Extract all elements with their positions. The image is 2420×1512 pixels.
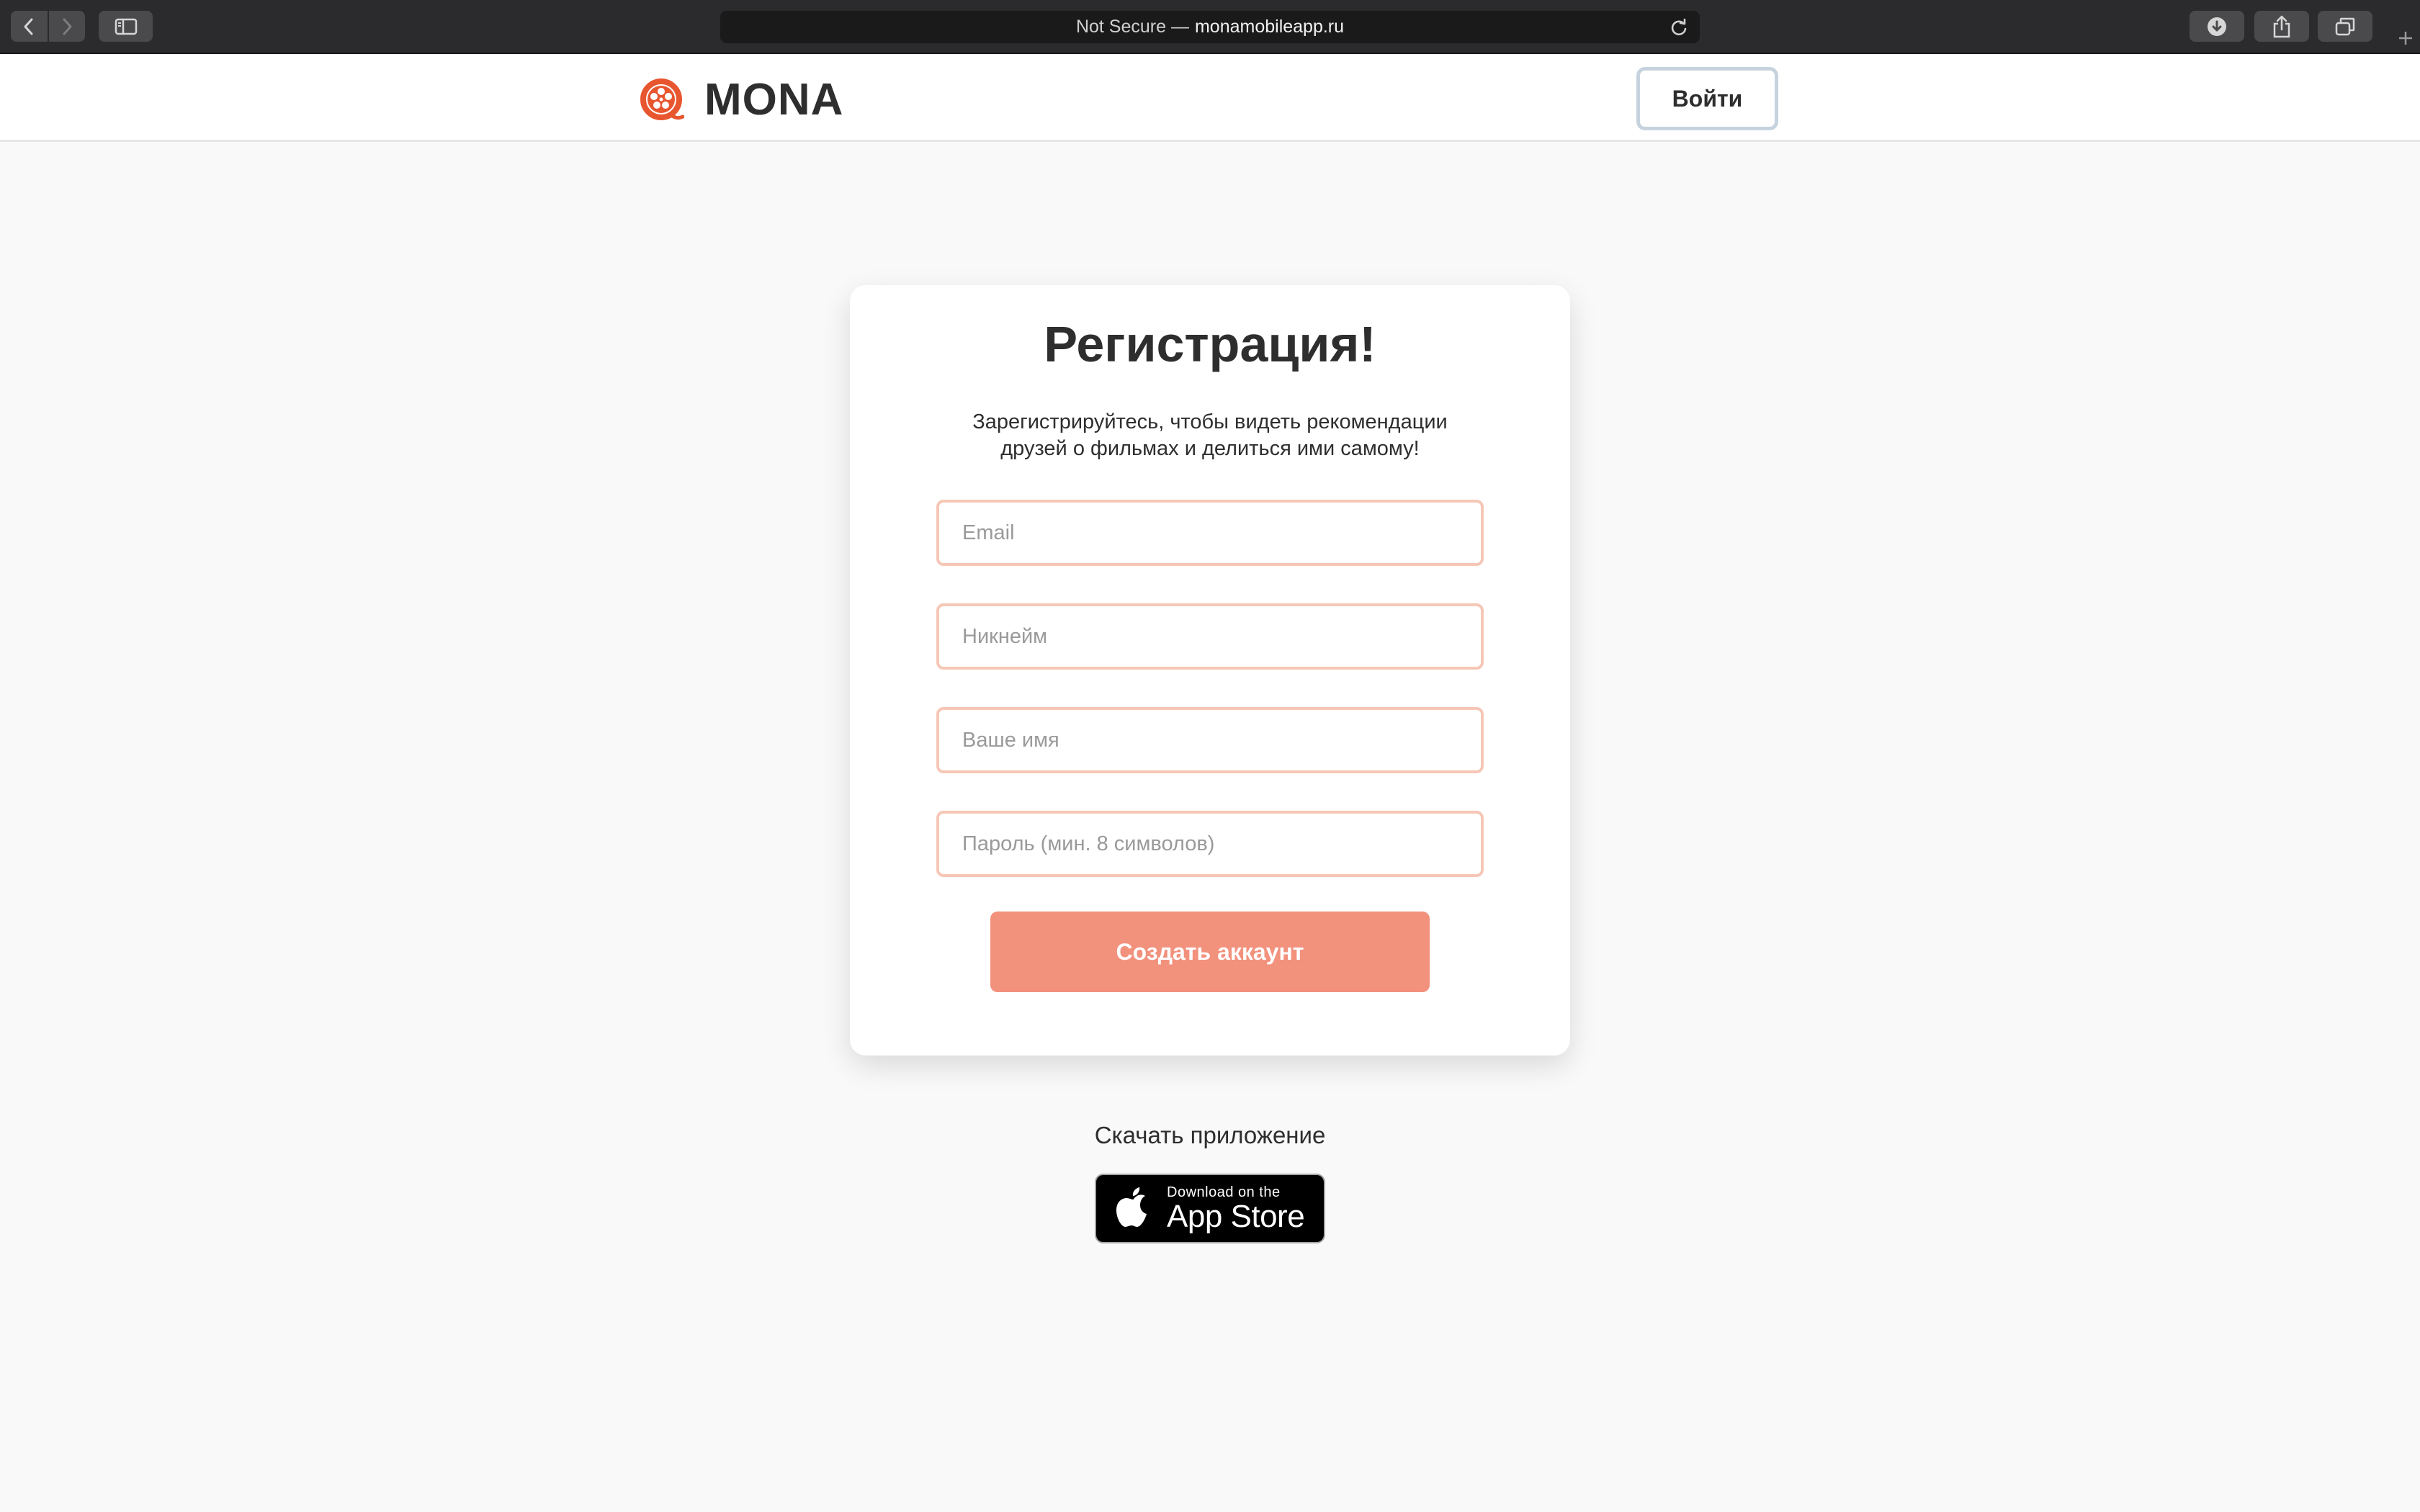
share-button[interactable] (2254, 11, 2309, 42)
app-store-big-text: App Store (1167, 1198, 1305, 1234)
email-field[interactable] (936, 500, 1484, 566)
create-account-button[interactable]: Создать аккаунт (990, 912, 1430, 992)
login-button[interactable]: Войти (1636, 67, 1778, 130)
nickname-field[interactable] (936, 603, 1484, 670)
back-icon (24, 18, 33, 35)
site-header: MONA Войти (0, 54, 2420, 142)
navigation-buttons (11, 11, 85, 42)
subtitle-line-2: друзей о фильмах и делиться ими самому! (1000, 437, 1420, 460)
apple-icon (1116, 1187, 1147, 1227)
address-bar[interactable]: Not Secure — monamobileapp.ru (720, 11, 1700, 43)
share-icon (2273, 15, 2290, 37)
reload-button[interactable] (1670, 18, 1688, 42)
tabs-icon (2335, 17, 2355, 35)
back-button[interactable] (11, 11, 48, 42)
url-host: monamobileapp.ru (1194, 17, 1345, 37)
app-store-text: Download on the App Store (1167, 1184, 1305, 1234)
registration-card: Регистрация! Зарегистрируйтесь, чтобы ви… (850, 285, 1570, 1056)
page-title: Регистрация! (1044, 316, 1376, 372)
name-field[interactable] (936, 707, 1484, 773)
downloads-button[interactable] (2190, 11, 2244, 42)
password-field[interactable] (936, 811, 1484, 877)
mona-logo-icon (640, 78, 684, 120)
logo-text: MONA (704, 75, 844, 125)
new-tab-icon (2399, 31, 2412, 45)
download-icon (2208, 17, 2226, 36)
card-subtitle: Зарегистрируйтесь, чтобы видеть рекоменд… (922, 409, 1498, 462)
new-tab-button[interactable] (2391, 22, 2420, 54)
app-store-small-text: Download on the (1167, 1184, 1281, 1200)
tabs-overview-button[interactable] (2318, 11, 2372, 42)
security-label: Not Secure — (1075, 17, 1189, 37)
sidebar-icon (115, 18, 137, 35)
download-app-label: Скачать приложение (1094, 1122, 1326, 1148)
forward-button[interactable] (47, 11, 86, 42)
logo[interactable]: MONA (640, 74, 843, 125)
reload-icon (1671, 18, 1687, 36)
subtitle-line-1: Зарегистрируйтесь, чтобы видеть рекоменд… (972, 410, 1448, 433)
forward-icon (63, 18, 72, 35)
sidebar-button[interactable] (99, 11, 153, 42)
browser-toolbar: Not Secure — monamobileapp.ru (0, 0, 2420, 54)
app-store-badge[interactable]: Download on the App Store (1095, 1174, 1325, 1243)
